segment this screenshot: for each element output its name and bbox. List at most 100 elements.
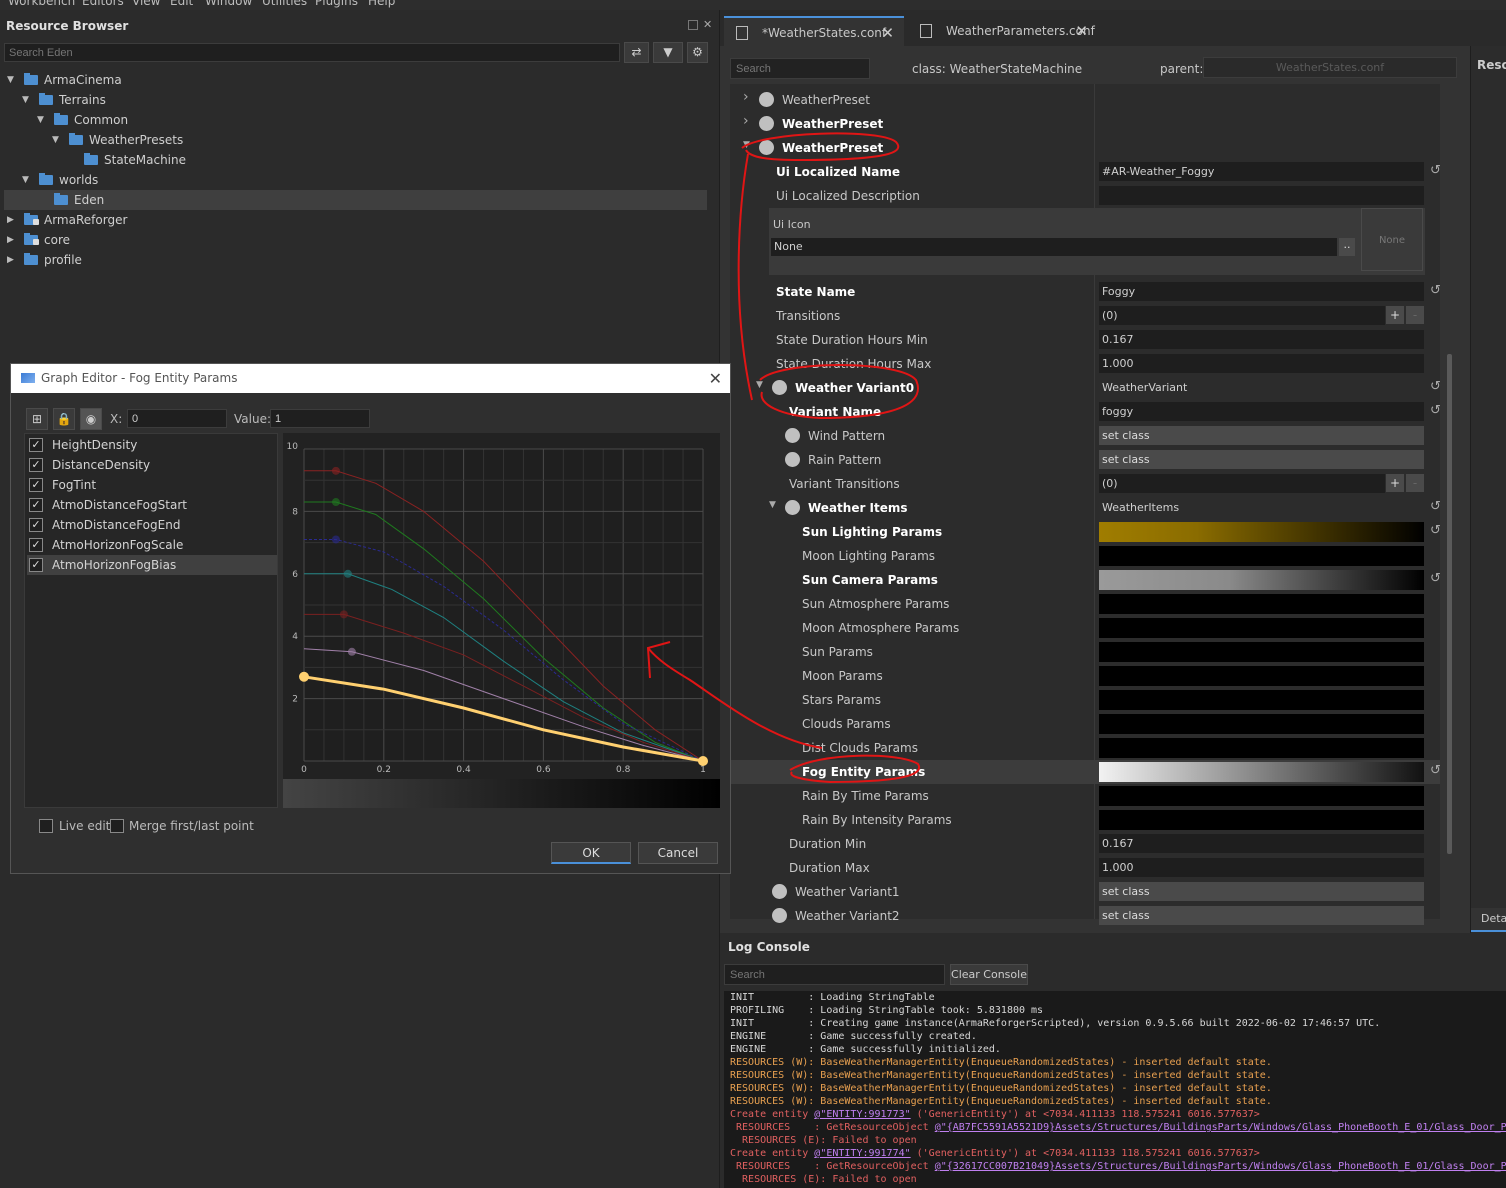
reset-icon[interactable]: ↺ [1430,163,1441,178]
curve-key-point[interactable] [331,535,340,544]
curve-key-point[interactable] [347,647,356,656]
settings-gear-icon[interactable]: ⚙ [687,42,708,63]
set-class-button[interactable]: set class [1099,882,1424,901]
menu-item[interactable]: Edit [170,0,193,8]
curve-checkbox[interactable]: ✓ [29,498,43,512]
chevron-right-icon[interactable]: ▶ [7,230,14,250]
curve-gradient-preview[interactable] [1099,594,1424,614]
property-row[interactable]: Wind Pattern set class [730,424,1440,448]
curve-item[interactable]: ✓ DistanceDensity [27,455,277,475]
class-circle-icon[interactable] [759,140,774,155]
lock-icon[interactable]: 🔒 [53,408,75,430]
property-row[interactable]: State Duration Hours Max 1.000 [730,352,1440,376]
chevron-down-icon[interactable]: ▼ [756,380,763,390]
cancel-button[interactable]: Cancel [638,842,718,864]
remove-icon[interactable]: - [1406,306,1424,324]
property-row[interactable]: Weather Variant1 set class [730,880,1440,904]
menu-item[interactable]: Window [205,0,252,8]
curve-checkbox[interactable]: ✓ [29,538,43,552]
property-row[interactable]: Stars Params [730,688,1440,712]
curve-item[interactable]: ✓ HeightDensity [27,435,277,455]
curve-item[interactable]: ✓ AtmoDistanceFogStart [27,495,277,515]
tab-1[interactable]: WeatherParameters.conf ✕ [908,16,1098,46]
class-circle-icon[interactable] [785,428,800,443]
property-row[interactable]: ▼ WeatherPreset [730,136,1440,160]
chevron-down-icon[interactable]: ▼ [52,130,59,150]
tree-item[interactable]: ▶ ArmaReforger [4,210,707,230]
curve-gradient-preview[interactable] [1099,714,1424,734]
curve-gradient-preview[interactable] [1099,522,1424,542]
curve-gradient-preview[interactable] [1099,642,1424,662]
property-value[interactable]: 0.167 [1099,834,1424,853]
curve-key-point[interactable] [299,671,309,682]
curve-gradient-preview[interactable] [1099,546,1424,566]
menu-item[interactable]: View [132,0,160,8]
remove-icon[interactable]: - [1406,474,1424,492]
live-edit-checkbox[interactable] [39,819,53,833]
browse-button[interactable]: .. [1339,238,1355,256]
class-circle-icon[interactable] [785,452,800,467]
property-row[interactable]: Weather Variant2 set class [730,904,1440,928]
menu-item[interactable]: Utilities [262,0,307,8]
curve-checkbox[interactable]: ✓ [29,558,43,572]
ui-icon-field[interactable]: None [771,238,1337,256]
property-value[interactable]: 1.000 [1099,858,1424,877]
tab-0[interactable]: *WeatherStates.conf ✕ [724,16,904,46]
close-icon[interactable]: ✕ [709,364,722,393]
close-icon[interactable]: ✕ [1075,16,1088,46]
property-row[interactable]: Moon Lighting Params [730,544,1440,568]
value-input[interactable] [270,409,370,428]
property-row[interactable]: Moon Atmosphere Params [730,616,1440,640]
tree-item[interactable]: ▼ Common [4,110,707,130]
property-row[interactable]: Sun Camera Params ↺ [730,568,1441,592]
curve-checkbox[interactable]: ✓ [29,518,43,532]
class-circle-icon[interactable] [759,116,774,131]
tree-item[interactable]: ▶ profile [4,250,707,270]
curve-item[interactable]: ✓ FogTint [27,475,277,495]
sync-icon[interactable]: ⇄ [624,42,649,63]
tree-item[interactable]: StateMachine [4,150,707,170]
menu-item[interactable]: Workbench [8,0,75,8]
curve-graph[interactable]: 0 0.2 0.4 0.6 0.8 1 2 4 6 8 10 [283,433,720,808]
tree-item[interactable]: ▼ worlds [4,170,707,190]
property-row[interactable]: Ui Localized Name #AR-Weather_Foggy ↺ [730,160,1441,184]
property-value[interactable] [1099,186,1424,205]
property-row[interactable]: Rain By Time Params [730,784,1440,808]
reset-icon[interactable]: ↺ [1430,763,1441,778]
tree-item[interactable]: ▼ ArmaCinema [4,70,707,90]
chevron-right-icon[interactable]: ▶ [7,210,14,230]
curve-gradient-preview[interactable] [1099,738,1424,758]
property-row[interactable]: ▼ Weather Variant0 WeatherVariant ↺ [730,376,1441,400]
property-row[interactable]: Duration Max 1.000 [730,856,1440,880]
property-row[interactable]: Moon Params [730,664,1440,688]
property-value[interactable]: 1.000 [1099,354,1424,373]
property-row[interactable]: Fog Entity Params ↺ [730,760,1441,784]
curve-key-point[interactable] [331,466,340,475]
filter-icon[interactable]: ▼ [653,42,683,63]
curve-gradient-preview[interactable] [1099,570,1424,590]
x-input[interactable] [127,409,227,428]
property-search-input[interactable] [730,58,870,79]
chevron-down-icon[interactable]: ▼ [743,140,750,150]
chevron-right-icon[interactable]: › [743,89,749,105]
reset-icon[interactable]: ↺ [1430,499,1441,514]
chevron-right-icon[interactable]: ▶ [7,250,14,270]
property-row[interactable]: › WeatherPreset [730,88,1440,112]
reset-icon[interactable]: ↺ [1430,523,1441,538]
close-icon[interactable]: ✕ [881,18,894,48]
tree-item[interactable]: ▶ core [4,230,707,250]
property-row[interactable]: Sun Params [730,640,1440,664]
curve-gradient-preview[interactable] [1099,762,1424,782]
property-row[interactable]: Variant Name foggy ↺ [730,400,1441,424]
curve-key-point[interactable] [331,498,340,507]
curve-gradient-preview[interactable] [1099,690,1424,710]
property-row[interactable]: Rain Pattern set class [730,448,1440,472]
class-circle-icon[interactable] [772,380,787,395]
log-search-input[interactable] [724,964,945,985]
chevron-down-icon[interactable]: ▼ [7,70,14,90]
property-row[interactable]: Clouds Params [730,712,1440,736]
tree-item[interactable]: ▼ WeatherPresets [4,130,707,150]
chevron-down-icon[interactable]: ▼ [37,110,44,130]
chevron-down-icon[interactable]: ▼ [22,170,29,190]
eye-icon[interactable]: ◉ [80,408,102,430]
